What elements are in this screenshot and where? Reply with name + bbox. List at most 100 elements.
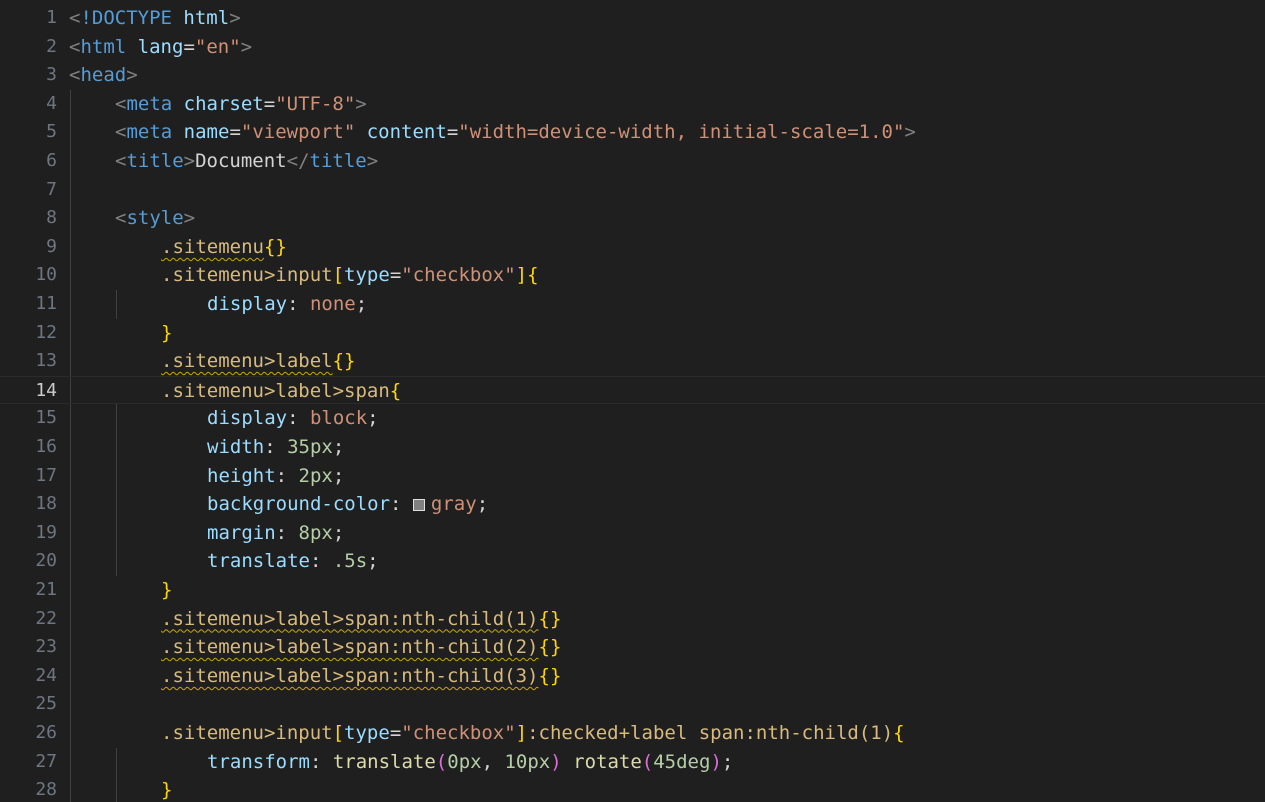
code-token: .sitemenu>label>span:nth-child(1)	[161, 607, 539, 630]
line-number: 25	[35, 693, 57, 715]
code-editor[interactable]: 1 <!DOCTYPE html> 2 <html lang="en"> 3 <head>…	[0, 0, 1265, 802]
code-token: style	[126, 207, 184, 230]
code-token: >	[904, 121, 916, 144]
code-line[interactable]: 3 <head>	[0, 61, 1265, 90]
code-token: ;	[332, 464, 345, 487]
code-token: :	[309, 550, 333, 573]
code-token: .sitemenu	[161, 264, 264, 287]
code-line[interactable]: 20 translate: .5s;	[0, 547, 1265, 576]
code-line[interactable]: 8 <style>	[0, 204, 1265, 233]
line-number: 17	[35, 464, 57, 486]
code-token: type	[344, 722, 390, 744]
code-line[interactable]: 2 <html lang="en">	[0, 33, 1265, 62]
code-token: <	[69, 64, 81, 87]
code-token: .sitemenu>input	[161, 722, 333, 744]
code-text: <meta name="viewport" content="width=dev…	[115, 118, 916, 147]
color-swatch-icon[interactable]	[412, 499, 425, 512]
code-text: display: block;	[207, 404, 379, 433]
code-line[interactable]: 22 .sitemenu>label>span:nth-child(1){}	[0, 605, 1265, 634]
code-line[interactable]: 7	[0, 176, 1265, 205]
code-line[interactable]: 19 margin: 8px;	[0, 519, 1265, 548]
code-token: >	[183, 150, 196, 172]
code-line[interactable]: 4 <meta charset="UTF-8">	[0, 90, 1265, 119]
code-text: .sitemenu{}	[161, 233, 287, 262]
code-token: <	[115, 92, 127, 115]
code-line[interactable]: 6 <title>Document</title>	[0, 147, 1265, 176]
code-text: .sitemenu>input[type="checkbox"]:checked…	[161, 719, 905, 748]
line-number: 13	[35, 350, 57, 372]
code-text: <head>	[69, 61, 138, 90]
code-token: 8px	[298, 521, 333, 544]
line-number: 12	[35, 321, 57, 343]
line-number: 7	[46, 178, 57, 200]
code-line[interactable]: 15 display: block;	[0, 404, 1265, 433]
code-token: 35px	[287, 436, 333, 458]
code-line[interactable]: 25	[0, 690, 1265, 719]
code-token: block	[309, 407, 368, 430]
code-token: ;	[367, 550, 379, 573]
code-text: }	[161, 576, 172, 605]
code-token: {	[389, 379, 402, 402]
code-token: >	[229, 7, 241, 29]
code-line[interactable]: 1 <!DOCTYPE html>	[0, 4, 1265, 33]
code-line[interactable]: 9 .sitemenu{}	[0, 233, 1265, 262]
code-line[interactable]: 27 transform: translate(0px, 10px) rotate…	[0, 748, 1265, 777]
code-token: title	[309, 150, 367, 172]
code-token: [	[332, 722, 345, 744]
line-number: 6	[46, 150, 57, 171]
code-token: :	[390, 493, 413, 516]
code-token: =	[229, 121, 241, 144]
code-token: display	[207, 407, 288, 430]
code-token: !DOCTYPE	[80, 7, 172, 29]
line-number: 16	[35, 436, 57, 457]
code-token: width	[207, 436, 265, 458]
code-token: )	[710, 750, 722, 773]
code-line[interactable]: 28}	[0, 776, 1265, 802]
code-token: ,	[481, 750, 505, 773]
code-token: <	[115, 150, 127, 172]
code-line[interactable]: 10 .sitemenu>input[type="checkbox"]{	[0, 261, 1265, 290]
code-line[interactable]: 11 display: none;	[0, 290, 1265, 319]
code-token: }	[161, 779, 173, 802]
code-text: <title>Document</title>	[115, 147, 378, 176]
code-line[interactable]: 26 .sitemenu>input[type="checkbox"]:check…	[0, 719, 1265, 748]
code-token: <	[69, 35, 81, 58]
code-token: head	[80, 64, 127, 87]
line-number: 21	[35, 579, 57, 600]
code-token: [	[332, 264, 345, 287]
code-text: margin: 8px;	[207, 519, 344, 548]
code-token: 0px	[447, 750, 482, 773]
code-token: ]	[515, 722, 528, 744]
code-text: transform: translate(0px, 10px) rotate(4…	[207, 748, 733, 777]
code-line[interactable]: 14 .sitemenu>label>span{	[0, 375, 1265, 405]
code-token: meta	[126, 121, 173, 144]
code-line[interactable]: 12}	[0, 319, 1265, 348]
code-line[interactable]: 23 .sitemenu>label>span:nth-child(2){}	[0, 633, 1265, 662]
code-line[interactable]: 24 .sitemenu>label>span:nth-child(3){}	[0, 662, 1265, 691]
code-text: <!DOCTYPE html>	[69, 4, 241, 33]
code-line[interactable]: 5 <meta name="viewport" content="width=de…	[0, 118, 1265, 147]
code-line[interactable]: 18 background-color: gray;	[0, 490, 1265, 519]
code-text: background-color: gray;	[207, 490, 488, 519]
line-number: 22	[35, 607, 57, 629]
code-token: .5s	[332, 550, 368, 573]
code-token: ;	[721, 750, 734, 773]
line-number: 18	[35, 493, 57, 515]
line-number: 23	[35, 636, 57, 658]
code-line[interactable]: 17 height: 2px;	[0, 462, 1265, 491]
code-token: <	[115, 207, 127, 230]
code-token: =	[389, 264, 402, 287]
code-token: <	[115, 121, 127, 144]
code-token: {	[893, 722, 905, 744]
code-token: :	[309, 750, 333, 773]
code-line[interactable]: 16 width: 35px;	[0, 433, 1265, 462]
code-token: lang	[137, 35, 184, 58]
code-token: {}	[332, 350, 356, 373]
code-token: "viewport"	[240, 121, 356, 144]
code-line[interactable]: 13 .sitemenu>label{}	[0, 347, 1265, 376]
code-token: }	[161, 579, 173, 601]
code-line[interactable]: 21}	[0, 576, 1265, 605]
code-token: :	[275, 521, 299, 544]
line-number: 5	[46, 121, 57, 143]
code-token: meta	[126, 92, 173, 115]
